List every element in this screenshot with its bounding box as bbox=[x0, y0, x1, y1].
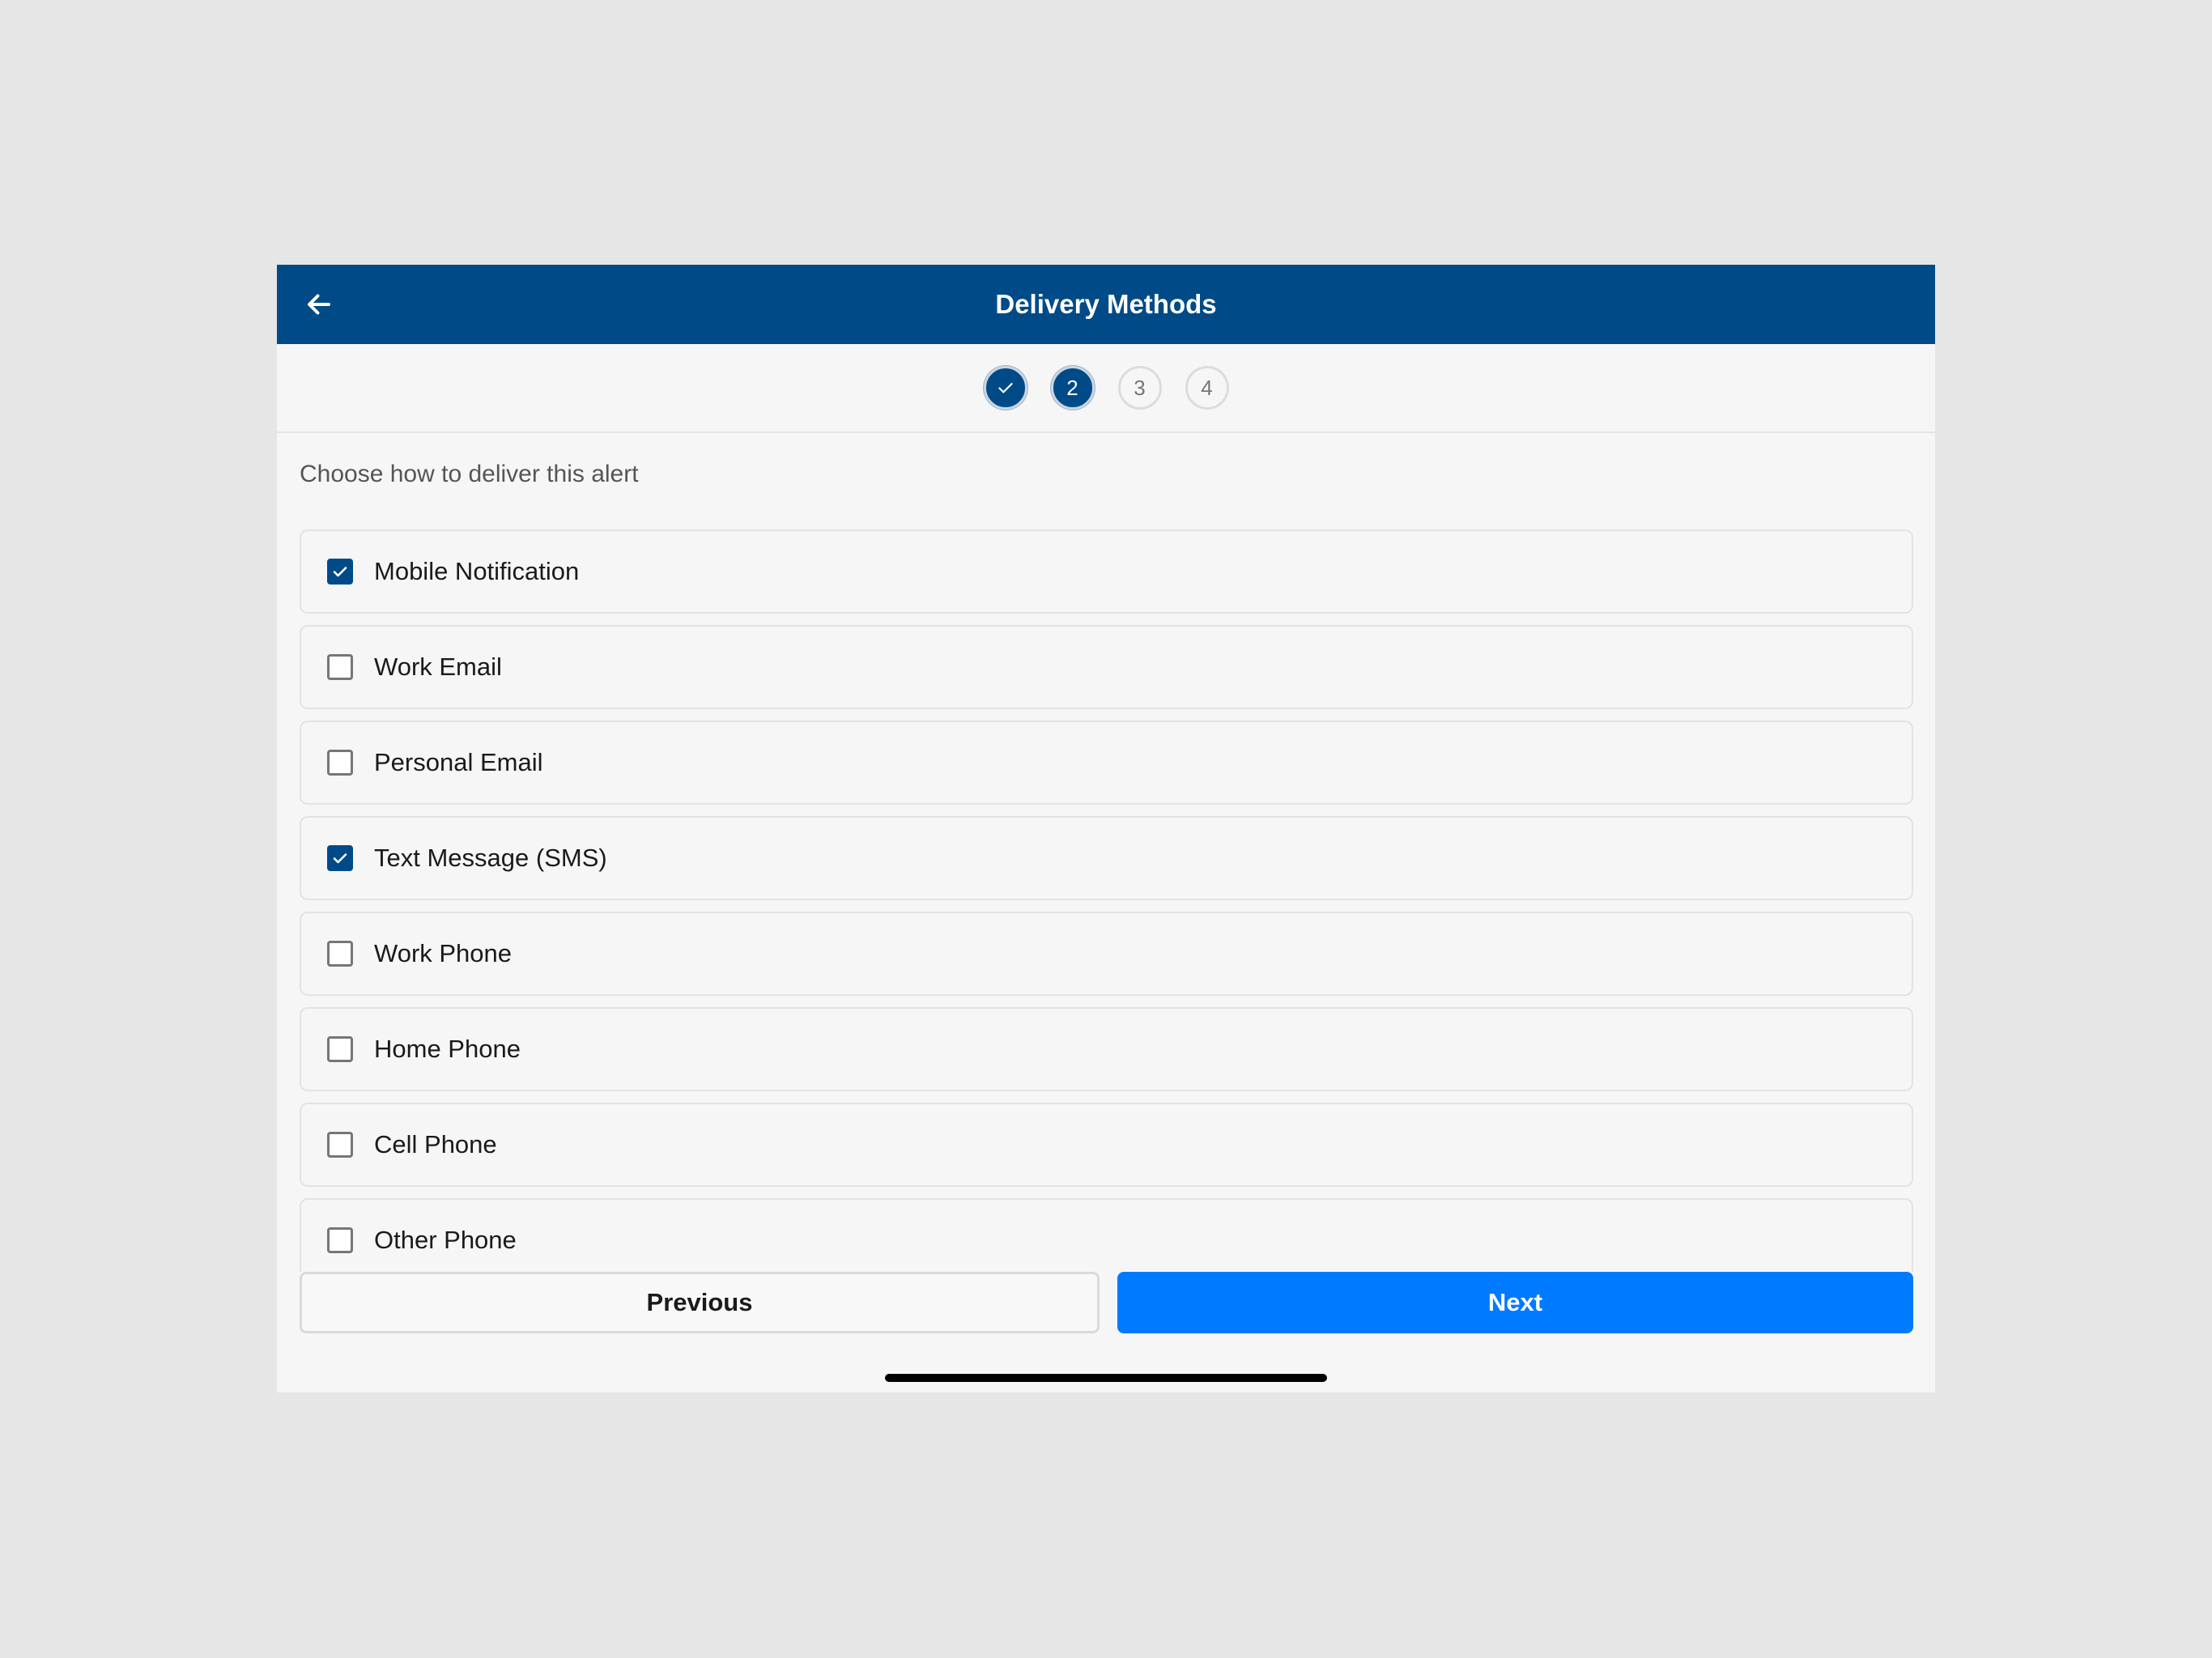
checkbox-unchecked[interactable] bbox=[327, 1036, 353, 1062]
step-4[interactable]: 4 bbox=[1185, 366, 1229, 410]
step-indicator: 2 3 4 bbox=[277, 344, 1935, 433]
delivery-methods-screen: Delivery Methods 2 3 4 Choose how to del… bbox=[277, 265, 1935, 1392]
checkbox-unchecked[interactable] bbox=[327, 941, 353, 967]
option-label: Cell Phone bbox=[374, 1130, 497, 1158]
option-work-phone[interactable]: Work Phone bbox=[300, 912, 1913, 996]
option-mobile-notification[interactable]: Mobile Notification bbox=[300, 529, 1913, 614]
app-header: Delivery Methods bbox=[277, 265, 1935, 344]
checkbox-unchecked[interactable] bbox=[327, 750, 353, 776]
page-title: Delivery Methods bbox=[995, 289, 1217, 319]
checkbox-unchecked[interactable] bbox=[327, 1227, 353, 1253]
check-icon bbox=[333, 853, 347, 864]
checkbox-unchecked[interactable] bbox=[327, 654, 353, 680]
next-button[interactable]: Next bbox=[1117, 1272, 1913, 1333]
step-2-current[interactable]: 2 bbox=[1050, 366, 1095, 410]
check-icon bbox=[333, 567, 347, 577]
option-home-phone[interactable]: Home Phone bbox=[300, 1007, 1913, 1091]
delivery-options-list: Mobile Notification Work Email Personal … bbox=[300, 529, 1913, 1294]
option-label: Home Phone bbox=[374, 1035, 521, 1063]
home-indicator[interactable] bbox=[885, 1374, 1327, 1382]
option-label: Other Phone bbox=[374, 1226, 517, 1254]
option-personal-email[interactable]: Personal Email bbox=[300, 721, 1913, 805]
option-other-phone[interactable]: Other Phone bbox=[300, 1198, 1913, 1282]
option-label: Work Phone bbox=[374, 939, 513, 967]
option-work-email[interactable]: Work Email bbox=[300, 625, 1913, 709]
checkbox-checked[interactable] bbox=[327, 845, 353, 871]
check-icon bbox=[998, 383, 1013, 393]
step-3[interactable]: 3 bbox=[1117, 366, 1162, 410]
option-label: Text Message (SMS) bbox=[374, 844, 607, 872]
option-label: Personal Email bbox=[374, 748, 543, 776]
instructions-text: Choose how to deliver this alert bbox=[300, 461, 639, 487]
previous-button[interactable]: Previous bbox=[300, 1272, 1100, 1333]
option-label: Work Email bbox=[374, 653, 502, 681]
option-label: Mobile Notification bbox=[374, 557, 580, 585]
option-cell-phone[interactable]: Cell Phone bbox=[300, 1103, 1913, 1187]
step-1-completed[interactable] bbox=[983, 366, 1027, 410]
checkbox-checked[interactable] bbox=[327, 559, 353, 585]
option-text-message[interactable]: Text Message (SMS) bbox=[300, 816, 1913, 900]
checkbox-unchecked[interactable] bbox=[327, 1132, 353, 1158]
